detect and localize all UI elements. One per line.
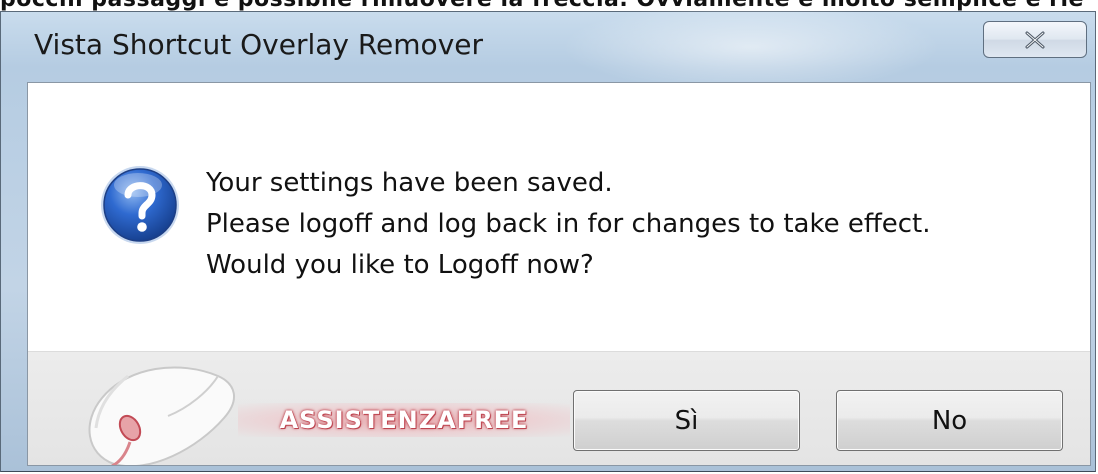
- message-line: Your settings have been saved.: [206, 168, 613, 198]
- watermark-text: ASSISTENZAFREE: [238, 403, 570, 437]
- message-area: Your settings have been saved. Please lo…: [28, 83, 1090, 351]
- glass-reflection: [561, 2, 941, 92]
- close-icon: [1025, 31, 1045, 48]
- message-dialog: Vista Shortcut Overlay Remover Your sett…: [0, 2, 1096, 472]
- dialog-client-area: Your settings have been saved. Please lo…: [27, 82, 1091, 466]
- message-line: Would you like to Logoff now?: [206, 250, 594, 280]
- dialog-title: Vista Shortcut Overlay Remover: [34, 28, 483, 61]
- close-button[interactable]: [983, 21, 1087, 58]
- dialog-button-bar: ASSISTENZAFREE Sì No: [28, 351, 1090, 465]
- message-line: Please logoff and log back in for change…: [206, 209, 931, 239]
- question-icon: [101, 166, 179, 244]
- message-text: Your settings have been saved. Please lo…: [206, 163, 931, 286]
- yes-button[interactable]: Sì: [573, 390, 800, 451]
- no-button[interactable]: No: [836, 390, 1063, 451]
- mouse-icon: [88, 366, 235, 465]
